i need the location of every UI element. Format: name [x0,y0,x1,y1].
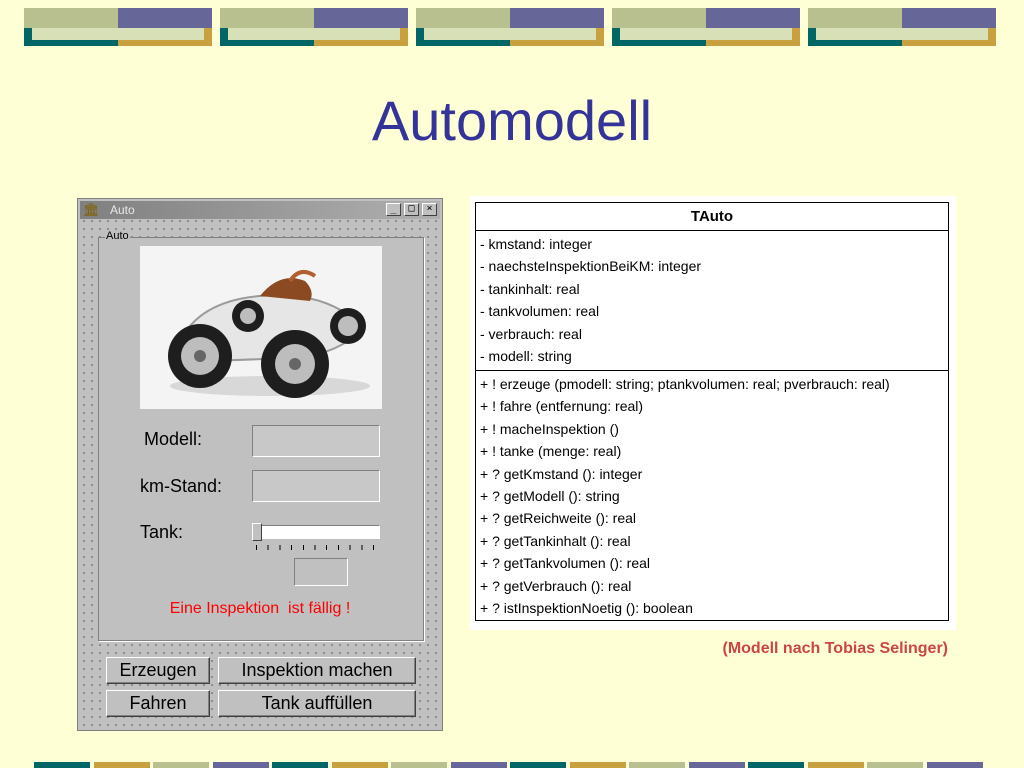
uml-methods: + ! erzeuge (pmodell: string; ptankvolum… [476,371,948,619]
km-field[interactable] [252,470,380,502]
uml-method: + ? getTankinhalt (): real [480,532,631,549]
inspect-button[interactable]: Inspektion machen [218,657,416,684]
footer-block [34,762,90,768]
uml-method: + ? getTankvolumen (): real [480,555,651,572]
credit-text: (Modell nach Tobias Selinger) [722,640,948,657]
uml-attributes: - kmstand: integer - naechsteInspektionBe… [476,231,948,371]
create-button[interactable]: Erzeugen [106,657,210,684]
header-block [416,8,604,46]
tank-display [294,558,348,586]
footer-block [807,762,864,768]
footer-block [688,762,745,768]
footer-block [391,762,447,768]
inspection-warning: Eine Inspektion ist fällig ! [169,600,351,617]
model-label: Modell: [144,429,203,449]
tank-slider[interactable] [252,523,382,553]
uml-method: + ? getModell (): string [480,487,620,504]
groupbox-label: Auto [105,230,130,242]
footer-block [331,762,388,768]
footer-block [450,762,507,768]
uml-method: + ! fahre (entfernung: real) [480,398,644,415]
uml-method: + ! macheInspektion () [480,420,619,437]
auto-window: 🏛 Auto _ □ × Auto Modell: km-Stand: Tank… [77,198,443,731]
uml-attribute: - verbrauch: real [480,325,582,342]
refuel-button[interactable]: Tank auffüllen [218,690,416,717]
maximize-button[interactable]: □ [404,203,419,216]
tank-label: Tank: [140,522,184,542]
footer-block [748,762,804,768]
uml-attribute: - tankvolumen: real [480,303,600,320]
footer-block [93,762,150,768]
uml-method: + ? getReichweite (): real [480,510,637,527]
footer-block [272,762,328,768]
uml-method: + ? getVerbrauch (): real [480,577,632,594]
window-titlebar[interactable]: 🏛 Auto _ □ × [80,201,440,219]
house-icon: 🏛 [83,202,100,217]
footer-block [629,762,685,768]
uml-method: + ? istInspektionNoetig (): boolean [480,599,693,616]
header-block [220,8,408,46]
uml-class-box: TAuto - kmstand: integer - naechsteInspek… [475,202,949,621]
model-field[interactable] [252,425,380,457]
close-button[interactable]: × [422,203,437,216]
minimize-button[interactable]: _ [386,203,401,216]
slider-track [252,525,380,539]
km-label: km-Stand: [140,476,223,496]
uml-method: + ! erzeuge (pmodell: string; ptankvolum… [480,376,890,392]
uml-method: + ? getKmstand (): integer [480,465,643,482]
footer-block [926,762,983,768]
header-block [24,8,212,46]
uml-diagram: TAuto - kmstand: integer - naechsteInspek… [470,196,956,630]
slider-thumb[interactable] [252,523,262,541]
race-car-image [140,246,382,409]
slide-title: Automodell [371,89,653,152]
footer-block [153,762,209,768]
drive-button[interactable]: Fahren [106,690,210,717]
footer-block [569,762,626,768]
uml-attribute: - kmstand: integer [480,236,593,252]
footer-block [867,762,923,768]
header-block [612,8,800,46]
footer-block [212,762,269,768]
uml-class-name: TAuto [476,203,948,231]
slider-ticks [256,545,376,550]
window-title: Auto [110,203,135,217]
header-block [808,8,996,46]
uml-attribute: - naechsteInspektionBeiKM: integer [480,258,702,275]
footer-block [510,762,566,768]
uml-attribute: - tankinhalt: real [480,280,580,297]
footer-decoration [0,756,1024,768]
uml-attribute: - modell: string [480,347,572,364]
uml-method: + ! tanke (menge: real) [480,443,622,460]
